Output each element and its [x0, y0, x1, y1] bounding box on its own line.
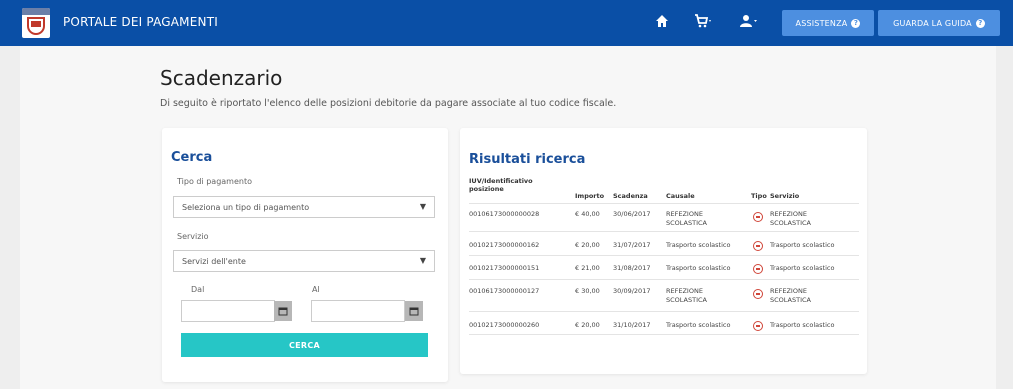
payment-type-label: Tipo di pagamento: [177, 177, 252, 186]
row-separator: [469, 279, 859, 280]
payment-type-value: Seleziona un tipo di pagamento: [182, 202, 310, 212]
row-amount: € 40,00: [575, 210, 600, 218]
row-id[interactable]: 00106173000000127: [469, 287, 539, 296]
row-reason: Trasporto scolastico: [666, 321, 731, 329]
calendar-icon[interactable]: [405, 301, 423, 321]
row-due: 30/06/2017: [613, 210, 651, 218]
question-icon: ?: [851, 18, 861, 28]
chevron-down-icon: ▼: [419, 202, 426, 211]
row-id[interactable]: 00102173000000260: [469, 321, 539, 330]
row-reason: REFEZIONE SCOLASTICA: [666, 287, 707, 304]
row-due: 30/09/2017: [613, 287, 651, 295]
payment-type-icon: [753, 321, 763, 331]
row-service: Trasporto scolastico: [770, 321, 835, 329]
payment-type-icon: [753, 241, 763, 251]
top-navbar: PORTALE DEI PAGAMENTI ASSISTENZA ? GUARD…: [0, 0, 1013, 46]
service-value: Servizi dell'ente: [182, 256, 246, 266]
results-title: Risultati ricerca: [469, 152, 586, 167]
row-id[interactable]: 00102173000000151: [469, 264, 539, 273]
column-header-due: Scadenza: [613, 192, 648, 200]
calendar-icon[interactable]: [274, 301, 292, 321]
cart-icon[interactable]: [694, 14, 712, 32]
guide-label: GUARDA LA GUIDA: [893, 18, 972, 28]
column-header-reason: Causale: [666, 192, 695, 200]
to-date-label: Al: [312, 285, 320, 294]
row-due: 31/07/2017: [613, 241, 651, 249]
search-card: Cerca Tipo di pagamento Seleziona un tip…: [162, 128, 448, 382]
home-icon[interactable]: [655, 14, 669, 32]
page-title: Scadenzario: [160, 66, 283, 90]
row-id[interactable]: 00106173000000028: [469, 210, 539, 219]
question-icon: ?: [975, 18, 985, 28]
column-header-type: Tipo: [751, 192, 767, 200]
service-select[interactable]: Servizi dell'ente ▼: [173, 250, 435, 272]
assistance-label: ASSISTENZA: [795, 18, 848, 28]
page-subtitle: Di seguito è riportato l'elenco delle po…: [160, 98, 617, 109]
to-date-input[interactable]: [311, 300, 405, 322]
results-card: Risultati ricerca IUV/Identificativo pos…: [460, 128, 867, 374]
row-due: 31/10/2017: [613, 321, 651, 329]
row-separator: [469, 311, 859, 312]
row-amount: € 20,00: [575, 321, 600, 329]
row-service: REFEZIONE SCOLASTICA: [770, 287, 811, 304]
row-separator: [469, 231, 859, 232]
row-separator: [469, 203, 859, 204]
row-service: Trasporto scolastico: [770, 264, 835, 272]
row-service: REFEZIONE SCOLASTICA: [770, 210, 811, 227]
from-date-label: Dal: [191, 285, 205, 294]
column-header-amount: Importo: [575, 192, 605, 200]
user-icon[interactable]: [740, 14, 758, 32]
guide-button[interactable]: GUARDA LA GUIDA ?: [878, 10, 1000, 36]
row-reason: Trasporto scolastico: [666, 241, 731, 249]
row-id[interactable]: 00102173000000162: [469, 241, 539, 250]
portal-title[interactable]: PORTALE DEI PAGAMENTI: [63, 15, 218, 29]
row-amount: € 20,00: [575, 241, 600, 249]
assistance-button[interactable]: ASSISTENZA ?: [782, 10, 874, 36]
chevron-down-icon: ▼: [419, 256, 426, 265]
row-separator: [469, 334, 859, 335]
service-label: Servizio: [177, 232, 209, 241]
payment-type-icon: [753, 289, 763, 299]
row-amount: € 21,00: [575, 264, 600, 272]
municipality-logo[interactable]: [22, 8, 50, 38]
from-date-input[interactable]: [181, 300, 275, 322]
row-reason: Trasporto scolastico: [666, 264, 731, 272]
row-reason: REFEZIONE SCOLASTICA: [666, 210, 707, 227]
column-header-id: IUV/Identificativo posizione: [469, 177, 533, 193]
row-service: Trasporto scolastico: [770, 241, 835, 249]
row-due: 31/08/2017: [613, 264, 651, 272]
column-header-service: Servizio: [770, 192, 800, 200]
payment-type-icon: [753, 264, 763, 274]
payment-type-select[interactable]: Seleziona un tipo di pagamento ▼: [173, 196, 435, 218]
payment-type-icon: [753, 212, 763, 222]
row-separator: [469, 255, 859, 256]
row-amount: € 30,00: [575, 287, 600, 295]
search-button[interactable]: CERCA: [181, 333, 428, 357]
search-title: Cerca: [171, 150, 213, 165]
